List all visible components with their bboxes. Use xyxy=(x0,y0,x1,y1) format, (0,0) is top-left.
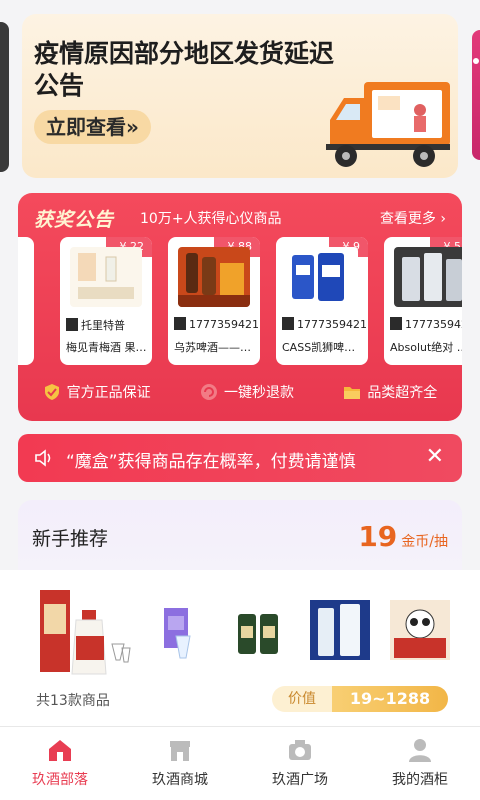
absolut-vodka-product-image xyxy=(394,247,462,307)
speaker-icon xyxy=(35,449,51,467)
user-avatar-icon xyxy=(66,318,78,331)
newbie-recommend-header[interactable]: 新手推荐 19 金币/抽 xyxy=(18,500,462,570)
tab-tribe[interactable]: 玖酒部落 xyxy=(0,727,120,800)
guarantee-authentic: 官方正品保证 xyxy=(43,382,151,402)
close-icon[interactable]: ✕ xyxy=(426,444,444,470)
value-label: 价值 xyxy=(272,686,332,712)
cass-beer-product-image xyxy=(286,247,358,307)
user-avatar-icon xyxy=(282,317,294,330)
winner-name: 17773594218 xyxy=(174,317,258,333)
tab-square[interactable]: 玖酒广场 xyxy=(240,727,360,800)
store-icon xyxy=(170,741,190,761)
item-name: 乌苏啤酒——… xyxy=(174,341,251,354)
user-avatar-icon xyxy=(174,317,186,330)
guarantee-label: 一键秒退款 xyxy=(223,385,294,401)
winner-name: 17773594218 xyxy=(390,317,462,333)
plum-wine-product-image xyxy=(70,247,142,307)
product-count: 共13款商品 xyxy=(36,693,110,709)
award-item-card[interactable] xyxy=(18,237,34,365)
award-logo: 获奖公告 xyxy=(34,209,115,231)
user-avatar-icon xyxy=(390,317,402,330)
jagermeister-product-image xyxy=(238,614,278,654)
winner-name: 17773594218 xyxy=(282,317,366,333)
refund-icon xyxy=(200,384,217,400)
prev-banner-peek[interactable] xyxy=(0,22,9,172)
award-items-carousel[interactable]: ¥ 22 托里特普 梅见青梅酒 果… ¥ 88 17773594218 乌苏啤酒… xyxy=(18,237,462,365)
tab-label: 玖酒部落 xyxy=(32,772,88,788)
value-range-pill: 价值 19~1288 xyxy=(272,686,448,712)
price-unit: 金币/抽 xyxy=(401,534,448,550)
award-announcement-card: 获奖公告 10万+人获得心仪商品 查看更多 › ¥ 22 托里特普 梅见青梅酒 … xyxy=(18,193,462,421)
draw-price: 19 金币/抽 xyxy=(358,520,448,553)
award-item-card[interactable]: ¥ 58 17773594218 Absolut绝对 … xyxy=(384,237,462,365)
view-now-button[interactable]: 立即查看» xyxy=(34,110,151,144)
guarantee-refund: 一键秒退款 xyxy=(200,382,294,402)
next-banner-peek[interactable] xyxy=(472,30,480,160)
gift-box-product-image xyxy=(164,608,191,659)
tab-label: 玖酒广场 xyxy=(272,772,328,788)
price-number: 19 xyxy=(358,520,398,553)
banner-carousel[interactable]: 疫情原因部分地区发货延迟公告 立即查看» xyxy=(0,0,480,186)
value-range: 19~1288 xyxy=(332,686,448,712)
award-item-card[interactable]: ¥ 22 托里特普 梅见青梅酒 果… xyxy=(60,237,152,365)
item-name: Absolut绝对 … xyxy=(390,341,462,354)
banner-title: 疫情原因部分地区发货延迟公告 xyxy=(34,39,335,100)
guarantee-label: 品类超齐全 xyxy=(367,385,438,401)
tab-label: 我的酒柜 xyxy=(392,772,448,788)
tab-cabinet[interactable]: 我的酒柜 xyxy=(360,727,480,800)
panda-liquor-product-image xyxy=(390,600,450,660)
folder-icon xyxy=(344,387,361,399)
vodka-gift-product-image xyxy=(310,600,370,660)
award-subtitle: 10万+人获得心仪商品 xyxy=(140,211,282,227)
shield-check-icon xyxy=(44,384,59,400)
guarantee-variety: 品类超齐全 xyxy=(343,382,437,402)
moutai-product-image xyxy=(40,590,131,675)
guarantee-row: 官方正品保证 一键秒退款 品类超齐全 xyxy=(18,377,462,407)
user-icon xyxy=(409,739,431,762)
home-icon xyxy=(49,740,71,761)
award-item-card[interactable]: ¥ 9 17773594218 CASS凯狮啤… xyxy=(276,237,368,365)
probability-notice-bar: “魔盒”获得商品存在概率，付费请谨慎 ✕ xyxy=(18,434,462,482)
wusu-beer-product-image xyxy=(178,247,250,307)
delivery-truck-icon xyxy=(326,82,450,167)
see-more-link[interactable]: 查看更多 › xyxy=(380,208,446,228)
newbie-recommend-body[interactable]: 共13款商品 价值 19~1288 xyxy=(0,570,480,726)
item-name: CASS凯狮啤… xyxy=(282,341,356,354)
notice-text: “魔盒”获得商品存在概率，付费请谨慎 xyxy=(66,452,356,472)
item-name: 梅见青梅酒 果… xyxy=(66,341,147,354)
bottom-tab-bar: 玖酒部落 玖酒商城 玖酒广场 我的酒柜 xyxy=(0,726,480,800)
camera-icon xyxy=(289,740,311,760)
announcement-banner[interactable]: 疫情原因部分地区发货延迟公告 立即查看» xyxy=(22,14,458,178)
award-item-card[interactable]: ¥ 88 17773594218 乌苏啤酒——… xyxy=(168,237,260,365)
tab-mall[interactable]: 玖酒商城 xyxy=(120,727,240,800)
tab-label: 玖酒商城 xyxy=(152,772,208,788)
guarantee-label: 官方正品保证 xyxy=(66,385,151,401)
winner-name: 托里特普 xyxy=(66,317,150,333)
section-title: 新手推荐 xyxy=(32,528,109,550)
